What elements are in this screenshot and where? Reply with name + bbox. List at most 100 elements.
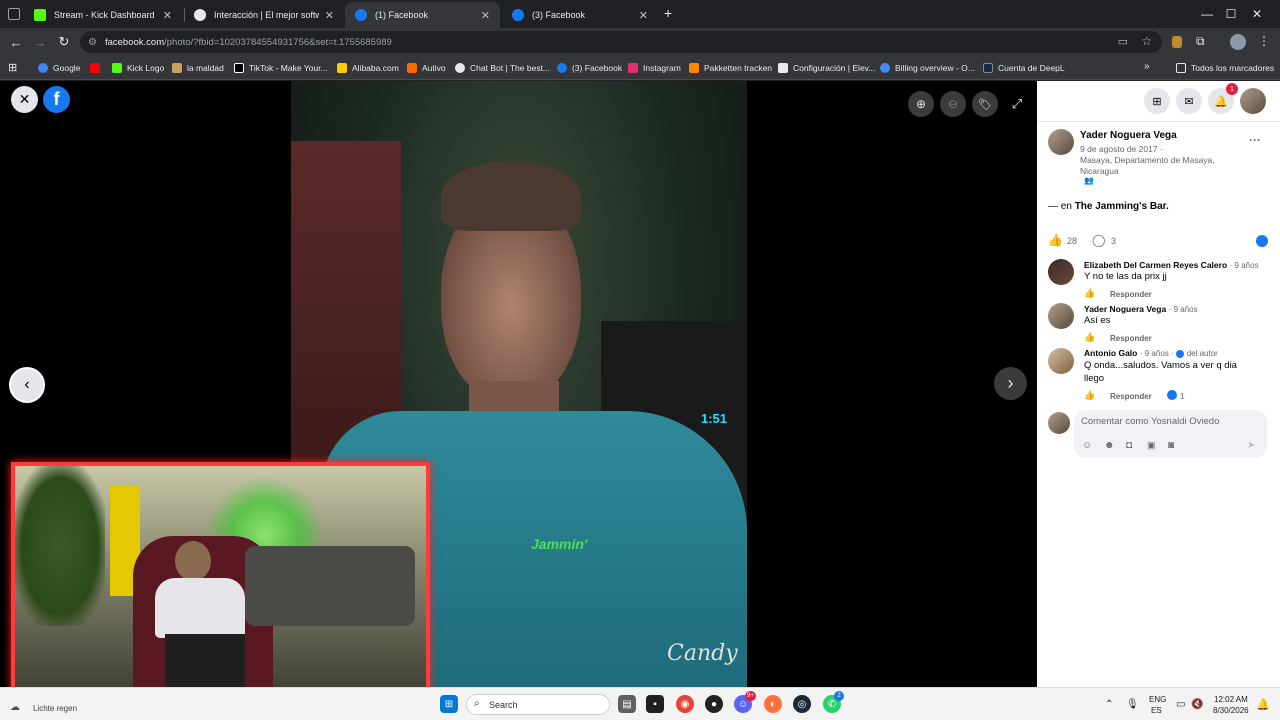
comment-author[interactable]: Antonio Galo [1084,348,1137,358]
cast-icon[interactable]: ▭ [1118,35,1128,48]
avatar-sticker-icon[interactable]: ☺ [1082,440,1092,451]
bookmark-google[interactable]: Google [38,60,80,76]
all-bookmarks-folder[interactable]: Todos los marcadores [1176,60,1274,76]
reply-button[interactable]: Responder [1110,392,1152,401]
tab-facebook-2[interactable]: (3) Facebook ✕ [502,2,658,28]
emoji-icon[interactable]: ☻ [1104,440,1115,451]
forward-button[interactable]: → [30,32,50,52]
comment-reaction-count[interactable]: 1 [1180,391,1185,401]
bookmark-deepl[interactable]: Cuenta de DeepL [983,60,1065,76]
obs-icon[interactable]: ● [705,695,723,713]
commenter-avatar[interactable] [1048,348,1074,374]
tab-close-icon[interactable]: ✕ [639,9,648,22]
apps-grid-icon[interactable]: ⊞ [8,61,17,74]
new-tab-button[interactable]: + [664,5,672,21]
notification-center-icon[interactable]: 🔔 [1256,698,1270,711]
sticker-icon[interactable]: ◙ [1168,440,1174,451]
tab-kick-dashboard[interactable]: Stream - Kick Dashboard ✕ [24,2,182,28]
start-button[interactable]: ⊞ [440,695,458,713]
commenter-avatar[interactable] [1048,303,1074,329]
more-bookmarks-icon[interactable]: » [1144,61,1150,72]
bookmark-facebook[interactable]: (3) Facebook [557,60,622,76]
gif-icon[interactable]: ▣ [1147,440,1156,451]
post-options-icon[interactable]: ··· [1249,133,1261,147]
weather-icon[interactable]: ☁ [10,702,20,713]
close-window-button[interactable]: ✕ [1234,0,1280,28]
bookmark-kick-logo[interactable] [90,60,105,76]
firefox-icon[interactable]: ◐ [764,695,782,713]
language-indicator[interactable]: ENG [1149,695,1166,704]
post-date[interactable]: 9 de agosto de 2017 · [1080,144,1163,154]
clock-date[interactable]: 8/30/2026 [1213,706,1249,715]
extension-icon[interactable] [1172,36,1182,48]
facebook-logo-icon[interactable]: f [43,86,70,113]
task-view-icon[interactable]: ▤ [618,695,636,713]
previous-photo-button[interactable]: ‹ [9,367,45,403]
clock-time[interactable]: 12:02 AM [1214,695,1248,704]
site-info-icon[interactable]: ⚙ [88,37,97,48]
steam-icon[interactable]: ◎ [793,695,811,713]
bookmark-billing[interactable]: Billing overview - O... [880,60,975,76]
bookmark-kick[interactable]: Kick Logo [112,60,164,76]
network-icon[interactable]: ▭ [1176,699,1185,710]
comment-author[interactable]: Yader Noguera Vega [1084,304,1166,314]
comments-count[interactable]: 3 [1111,236,1116,246]
chrome-icon[interactable]: ◉ [676,695,694,713]
keyboard-layout[interactable]: ES [1151,706,1162,715]
tab-close-icon[interactable]: ✕ [325,9,334,22]
next-photo-button[interactable]: › [994,367,1027,400]
like-icon[interactable]: 👍 [1048,233,1063,247]
tab-facebook-active[interactable]: (1) Facebook ✕ [345,2,500,28]
browser-menu-icon[interactable]: ⋮ [1258,34,1270,48]
reload-button[interactable]: ↻ [54,32,74,52]
bookmark-instagram[interactable]: Instagram [628,60,681,76]
tab-search-icon[interactable] [8,8,20,20]
microphone-icon[interactable]: 🎙 [1126,699,1139,710]
comment-input[interactable]: Comentar como Yosnaldi Oviedo ☺ ☻ ◘ ▣ ◙ … [1074,410,1267,458]
bookmark-la-maldad[interactable]: la maldad [172,60,224,76]
tab-close-icon[interactable]: ✕ [481,9,490,22]
close-viewer-button[interactable]: ✕ [11,86,38,113]
bookmark-alibaba[interactable]: Alibaba.com [337,60,399,76]
bookmark-star-icon[interactable]: ☆ [1141,34,1152,48]
profile-avatar[interactable] [1230,34,1246,50]
bookmark-pakketten[interactable]: Pakketten tracken [689,60,772,76]
zoom-in-icon[interactable]: ⊕ [908,91,934,117]
camera-icon[interactable]: ◘ [1126,440,1132,451]
account-avatar[interactable] [1240,88,1266,114]
comment-like-icon[interactable]: 👍 [1084,288,1095,299]
author-avatar[interactable] [1048,129,1074,155]
current-user-avatar[interactable] [1048,412,1070,434]
bookmark-autivo[interactable]: Autivo [407,60,446,76]
back-button[interactable]: ← [6,32,26,52]
app-icon[interactable]: ▪ [646,695,664,713]
post-author[interactable]: Yader Noguera Vega [1080,130,1177,141]
zoom-out-icon[interactable]: ⊖ [940,91,966,117]
tag-icon[interactable]: 🏷 [972,91,998,117]
comment-like-icon[interactable]: 👍 [1084,332,1095,343]
bookmark-tiktok[interactable]: TikTok - Make Your... [234,60,328,76]
send-icon[interactable]: ➤ [1247,440,1255,451]
comment-like-icon[interactable]: 👍 [1084,390,1095,401]
tab-close-icon[interactable]: ✕ [163,9,172,22]
likes-count[interactable]: 28 [1067,236,1077,246]
taskbar-search[interactable]: ⌕ Search [466,694,610,715]
messenger-icon[interactable]: ✉ [1176,88,1202,114]
caption-place-link[interactable]: The Jamming's Bar. [1075,201,1169,212]
comment-author[interactable]: Elizabeth Del Carmen Reyes Calero [1084,260,1227,270]
comment-icon[interactable]: ◯ [1092,233,1105,247]
post-location[interactable]: Masaya, Departamento de Masaya, Nicaragu… [1080,155,1245,177]
address-bar[interactable]: ⚙ facebook.com/photo/?fbid=1020378455493… [80,31,1162,53]
weather-text[interactable]: Lichte regen [33,704,77,713]
fullscreen-icon[interactable]: ⤢ [1004,91,1030,117]
bookmark-chatbot[interactable]: Chat Bot | The best... [455,60,550,76]
bookmark-configuracion[interactable]: Configuración | Elev... [778,60,875,76]
reply-button[interactable]: Responder [1110,334,1152,343]
reply-button[interactable]: Responder [1110,290,1152,299]
tray-overflow-icon[interactable]: ⌃ [1105,699,1113,710]
extensions-puzzle-icon[interactable]: ⧉ [1196,34,1205,49]
menu-grid-icon[interactable]: ⊞ [1144,88,1170,114]
tab-interaccion[interactable]: Interacción | El mejor software p ✕ [184,2,344,28]
commenter-avatar[interactable] [1048,259,1074,285]
volume-muted-icon[interactable]: 🔇 [1191,699,1203,710]
